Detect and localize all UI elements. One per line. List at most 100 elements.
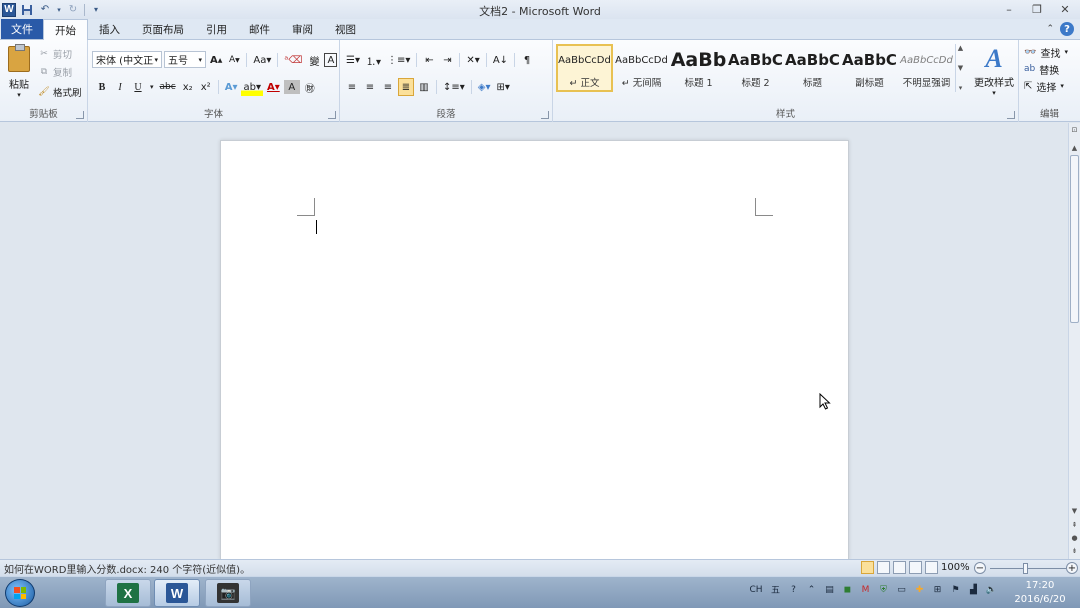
full-screen-reading-icon[interactable] (877, 561, 890, 574)
font-family-select[interactable]: 宋体 (中文正3 ▾ (92, 51, 162, 68)
chinese-layout-icon[interactable]: ✕▾ (464, 51, 481, 69)
redo-icon[interactable]: ↻ (66, 3, 80, 17)
sort-icon[interactable]: A↓ (491, 51, 510, 69)
style-subtle-emphasis[interactable]: AaBbCcDd 不明显强调 (898, 44, 955, 92)
restore-button[interactable]: ❐ (1026, 1, 1048, 17)
select-button[interactable]: ⇱ 选择 ▾ (1024, 78, 1064, 94)
strikethrough-button[interactable]: abc (158, 78, 178, 96)
font-size-select[interactable]: 五号 ▾ (164, 51, 206, 68)
flag-icon[interactable]: ⚑ (949, 583, 962, 596)
underline-button[interactable]: U (130, 78, 146, 96)
justify-icon[interactable]: ≣ (398, 78, 414, 96)
copy-button[interactable]: ⧉ 复制 (38, 64, 72, 79)
language-indicator[interactable]: CH (748, 583, 764, 596)
word-app-icon[interactable]: W (2, 2, 16, 17)
zoom-in-icon[interactable]: + (1066, 562, 1078, 574)
clock[interactable]: 17:20 2016/6/20 (1012, 579, 1068, 607)
scroll-up-icon[interactable]: ▲ (958, 44, 963, 52)
tab-page-layout[interactable]: 页面布局 (131, 19, 195, 39)
italic-button[interactable]: I (112, 78, 128, 96)
font-color-button[interactable]: A▾ (265, 78, 282, 96)
zoom-level[interactable]: 100% (941, 562, 970, 573)
shrink-font-button[interactable]: A ▼ (226, 51, 242, 69)
align-right-icon[interactable]: ≡ (380, 78, 396, 96)
update-icon[interactable]: ✚ (913, 583, 926, 596)
styles-launcher-icon[interactable] (1007, 111, 1015, 119)
scroll-down-icon[interactable]: ▼ (958, 64, 963, 72)
tab-references[interactable]: 引用 (195, 19, 238, 39)
style-subtitle[interactable]: AaBbC 副标题 (841, 44, 898, 92)
scroll-thumb[interactable] (1070, 155, 1079, 323)
document-area[interactable] (0, 123, 1068, 560)
customize-qat-icon[interactable]: ▾ (89, 3, 103, 17)
chat-icon[interactable]: ▭ (895, 583, 908, 596)
multilevel-list-icon[interactable]: ⋮≡▾ (385, 51, 412, 69)
help-icon[interactable]: ? (1060, 22, 1074, 36)
document-page[interactable] (220, 140, 849, 560)
ime-icon[interactable]: 五 (769, 583, 782, 596)
numbering-icon[interactable]: ⒈▾ (364, 51, 383, 69)
taskbar-camera[interactable]: 📷 (205, 579, 251, 607)
replace-button[interactable]: ab 替换 (1024, 61, 1059, 77)
tab-mailings[interactable]: 邮件 (238, 19, 281, 39)
browse-object-icon[interactable]: ● (1069, 533, 1080, 543)
char-shading-icon[interactable]: A (283, 80, 300, 94)
style-heading-2[interactable]: AaBbC 标题 2 (727, 44, 784, 92)
zoom-out-icon[interactable]: − (974, 562, 986, 574)
undo-dropdown-icon[interactable]: ▾ (56, 3, 62, 17)
windows-grid-icon[interactable]: ⊞ (931, 583, 944, 596)
next-page-icon[interactable]: ⇟ (1069, 546, 1080, 556)
signal-icon[interactable]: ▟ (967, 583, 980, 596)
line-spacing-icon[interactable]: ↕≡▾ (441, 78, 467, 96)
show-marks-icon[interactable]: ¶ (519, 51, 535, 69)
align-left-icon[interactable]: ≡ (344, 78, 360, 96)
draft-icon[interactable] (925, 561, 938, 574)
change-case-button[interactable]: Aa▾ (251, 51, 273, 69)
prev-page-icon[interactable]: ⇞ (1069, 520, 1080, 530)
tab-file[interactable]: 文件 (1, 19, 43, 39)
bullets-icon[interactable]: ☰▾ (344, 51, 362, 69)
minimize-ribbon-icon[interactable]: ⌃ (1046, 24, 1054, 34)
tray-arrow-icon[interactable]: ⌃ (805, 583, 818, 596)
clipboard-launcher-icon[interactable] (76, 111, 84, 119)
paragraph-launcher-icon[interactable] (541, 111, 549, 119)
ruler-toggle-icon[interactable]: ⊡ (1069, 125, 1080, 135)
style-title[interactable]: AaBbC 标题 (784, 44, 841, 92)
shading-icon[interactable]: ◈▾ (476, 78, 493, 96)
tab-home[interactable]: 开始 (43, 19, 88, 40)
vertical-scrollbar[interactable]: ⊡ ▲ ▼ ⇞ ● ⇟ (1068, 123, 1080, 559)
undo-icon[interactable]: ↶ (38, 3, 52, 17)
enclose-char-icon[interactable]: ㊖ (302, 78, 318, 96)
highlight-button[interactable]: ab▾ (241, 78, 263, 96)
text-effects-button[interactable]: A▾ (223, 78, 240, 96)
volume-icon[interactable]: 🔈 (985, 583, 998, 596)
superscript-button[interactable]: x² (198, 78, 214, 96)
clear-format-icon[interactable]: ᵃ⌫ (282, 51, 304, 69)
align-center-icon[interactable]: ≡ (362, 78, 378, 96)
taskbar-word[interactable]: W (154, 579, 200, 607)
tab-insert[interactable]: 插入 (88, 19, 131, 39)
expand-gallery-icon[interactable]: ▾ (959, 84, 963, 92)
save-icon[interactable] (20, 3, 34, 17)
taskbar-excel[interactable]: X (105, 579, 151, 607)
phonetic-guide-icon[interactable]: 變 (306, 51, 322, 69)
format-painter-button[interactable]: 🖌 格式刷 (38, 84, 81, 99)
tab-review[interactable]: 审阅 (281, 19, 324, 39)
help-tray-icon[interactable]: ? (787, 583, 800, 596)
grow-font-button[interactable]: A ▲ (208, 51, 224, 69)
borders-icon[interactable]: ⊞▾ (495, 78, 512, 96)
start-button[interactable] (5, 579, 35, 607)
cut-button[interactable]: ✂ 剪切 (38, 46, 72, 61)
underline-dropdown-icon[interactable]: ▾ (148, 78, 156, 96)
red-app-icon[interactable]: M (859, 583, 872, 596)
scroll-down-arrow-icon[interactable]: ▼ (1069, 506, 1080, 516)
decrease-indent-icon[interactable]: ⇤ (421, 51, 437, 69)
paste-dropdown-icon[interactable]: ▾ (17, 91, 21, 99)
font-launcher-icon[interactable] (328, 111, 336, 119)
char-border-icon[interactable]: A (324, 53, 338, 67)
style-no-spacing[interactable]: AaBbCcDd ↵ 无间隔 (613, 44, 670, 92)
green-app-icon[interactable]: ◼ (841, 583, 854, 596)
increase-indent-icon[interactable]: ⇥ (439, 51, 455, 69)
style-normal[interactable]: AaBbCcDd ↵ 正文 (556, 44, 613, 92)
scroll-up-arrow-icon[interactable]: ▲ (1069, 143, 1080, 153)
